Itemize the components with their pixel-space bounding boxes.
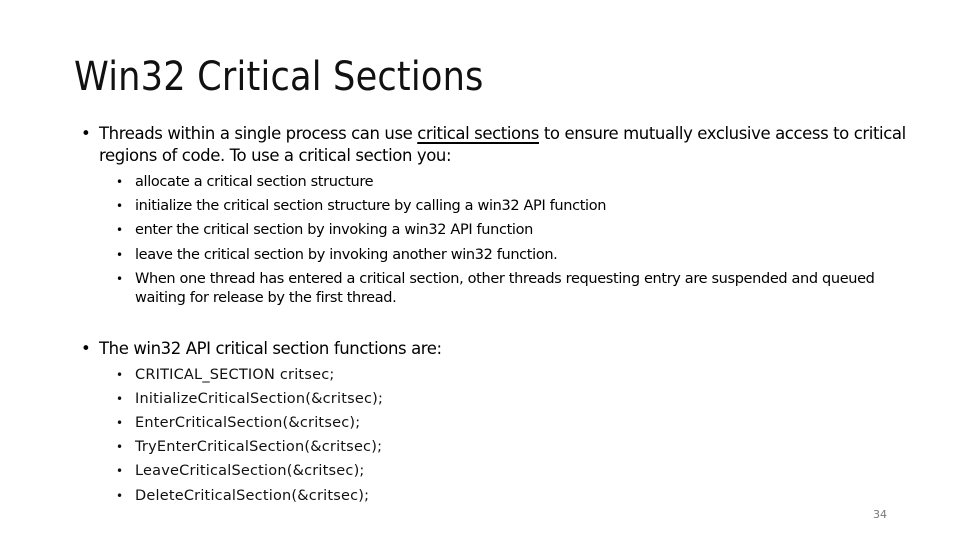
bullet-icon: • <box>116 368 124 382</box>
function-text: DeleteCriticalSection(&critsec); <box>135 488 370 504</box>
page-number: 34 <box>873 508 887 521</box>
step-text: allocate a critical section structure <box>135 174 374 190</box>
bullet-icon: • <box>116 392 124 406</box>
function-item: • InitializeCriticalSection(&critsec); <box>116 390 925 409</box>
intro-text-before: Threads within a single process can use <box>99 124 418 143</box>
bullet-icon: • <box>116 223 123 237</box>
function-item: • LeaveCriticalSection(&critsec); <box>116 462 925 481</box>
step-item: • initialize the critical section struct… <box>116 197 925 216</box>
function-text: LeaveCriticalSection(&critsec); <box>135 463 365 479</box>
bullet-icon: • <box>116 489 124 503</box>
functions-heading-bullet: • The win32 API critical section functio… <box>81 338 939 360</box>
function-text: CRITICAL_SECTION critsec; <box>135 367 335 383</box>
step-item: • leave the critical section by invoking… <box>116 246 925 265</box>
step-text: enter the critical section by invoking a… <box>135 222 533 238</box>
bullet-icon: • <box>116 175 123 189</box>
intro-text: Threads within a single process can use … <box>99 123 939 167</box>
step-text: When one thread has entered a critical s… <box>135 271 875 306</box>
bullet-icon: • <box>116 248 123 262</box>
function-item: • CRITICAL_SECTION critsec; <box>116 366 925 385</box>
slide-title: Win32 Critical Sections <box>74 54 484 100</box>
function-item: • EnterCriticalSection(&critsec); <box>116 414 925 433</box>
function-item: • DeleteCriticalSection(&critsec); <box>116 487 925 506</box>
step-item: • enter the critical section by invoking… <box>116 221 925 240</box>
function-text: InitializeCriticalSection(&critsec); <box>135 391 384 407</box>
step-text: initialize the critical section structur… <box>135 198 607 214</box>
bullet-icon: • <box>116 199 123 213</box>
bullet-icon: • <box>116 272 123 286</box>
intro-bullet: • Threads within a single process can us… <box>81 123 939 167</box>
step-text: leave the critical section by invoking a… <box>135 247 558 263</box>
bullet-icon: • <box>81 339 91 358</box>
intro-term-critical-sections: critical sections <box>417 124 539 143</box>
function-text: TryEnterCriticalSection(&critsec); <box>135 439 383 455</box>
function-text: EnterCriticalSection(&critsec); <box>135 415 361 431</box>
step-item: • When one thread has entered a critical… <box>116 270 925 308</box>
bullet-icon: • <box>81 124 91 143</box>
functions-heading: The win32 API critical section functions… <box>99 339 442 358</box>
bullet-icon: • <box>116 416 124 430</box>
bullet-icon: • <box>116 464 124 478</box>
step-item: • allocate a critical section structure <box>116 173 925 192</box>
bullet-icon: • <box>116 440 124 454</box>
function-item: • TryEnterCriticalSection(&critsec); <box>116 438 925 457</box>
